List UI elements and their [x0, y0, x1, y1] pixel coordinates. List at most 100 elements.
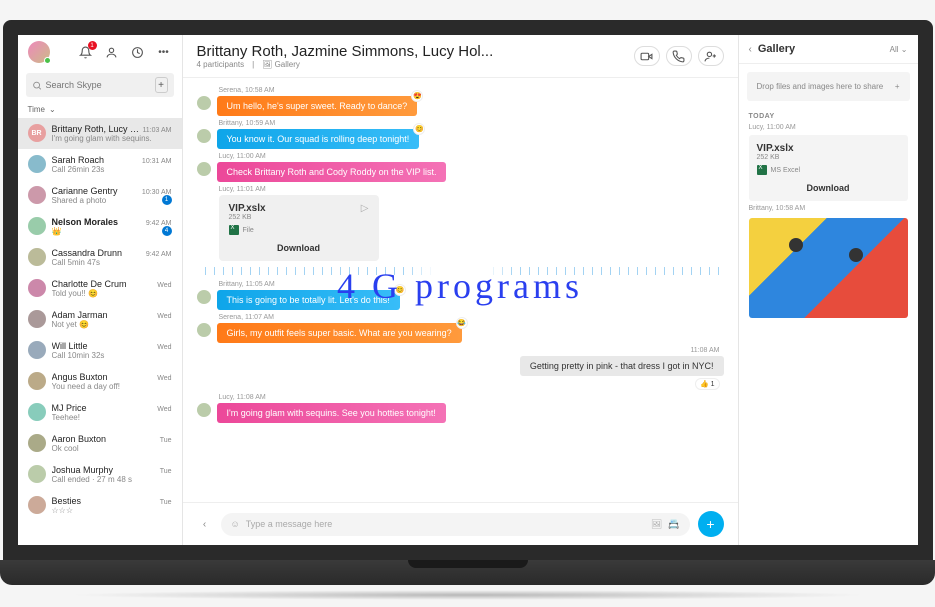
messages-area: Serena, 10:58 AMUm hello, he's super swe…	[183, 78, 738, 502]
add-button[interactable]: +	[698, 511, 724, 537]
unread-divider	[197, 267, 724, 275]
composer-placeholder[interactable]: Type a message here	[246, 519, 645, 529]
gallery-section-today: TODAY	[739, 109, 918, 124]
avatar	[197, 403, 211, 417]
bell-icon[interactable]: 1	[78, 44, 94, 60]
audio-call-button[interactable]	[666, 46, 692, 66]
chat-list-item[interactable]: Angus BuxtonWedYou need a day off!	[18, 366, 182, 397]
search-container: +	[26, 73, 174, 97]
message-meta: Brittany, 11:05 AM	[219, 281, 724, 288]
avatar	[197, 162, 211, 176]
gallery-link[interactable]: 🖼 Gallery	[262, 60, 300, 69]
gallery-image[interactable]	[749, 218, 908, 318]
contact-card-icon[interactable]: 📇	[668, 519, 679, 530]
chat-preview: Ok cool	[52, 444, 172, 453]
avatar	[28, 465, 46, 483]
reaction-count[interactable]: 👍 1	[695, 378, 720, 390]
new-chat-button[interactable]: +	[155, 77, 168, 93]
download-button[interactable]: Download	[229, 243, 369, 253]
gallery-img-meta: Brittany, 10:58 AM	[739, 205, 918, 212]
gallery-file-name: VIP.xslx	[757, 143, 900, 154]
call-history-icon[interactable]	[130, 44, 146, 60]
chat-name: Charlotte De Crum	[52, 279, 127, 289]
gallery-filter[interactable]: All ⌄	[890, 45, 908, 54]
chat-list-item[interactable]: Cassandra Drunn9:42 AMCall 5min 47s	[18, 242, 182, 273]
file-size: 252 KB	[229, 214, 266, 221]
avatar	[28, 434, 46, 452]
unread-badge: 4	[162, 226, 172, 236]
avatar	[28, 155, 46, 173]
chat-name: MJ Price	[52, 403, 87, 413]
chat-list-item[interactable]: BRBrittany Roth, Lucy Hol...11:03 AMI'm …	[18, 118, 182, 149]
emoji-icon[interactable]: ☺	[231, 519, 240, 529]
reaction-icon[interactable]: 😊	[394, 284, 406, 296]
time-filter[interactable]: Time ⌄	[18, 101, 182, 118]
avatar	[197, 290, 211, 304]
message-meta: Lucy, 11:08 AM	[219, 394, 724, 401]
message-bubble[interactable]: Girls, my outfit feels super basic. What…	[217, 323, 462, 343]
app-window: 1 ••• + Time ⌄ BRBrittany Roth, Lucy Hol…	[18, 35, 918, 545]
participants-count[interactable]: 4 participants	[197, 60, 245, 69]
reaction-icon[interactable]: 😂	[456, 317, 468, 329]
excel-icon	[757, 165, 767, 175]
more-icon[interactable]: •••	[156, 44, 172, 60]
chat-list-item[interactable]: Joshua MurphyTueCall ended · 27 m 48 s	[18, 459, 182, 490]
reaction-icon[interactable]: 😊	[413, 123, 425, 135]
chat-preview: You need a day off!	[52, 382, 172, 391]
message-row: Check Brittany Roth and Cody Roddy on th…	[197, 162, 724, 182]
chat-name: Sarah Roach	[52, 155, 105, 165]
chat-time: Wed	[157, 344, 171, 351]
message-bubble[interactable]: Check Brittany Roth and Cody Roddy on th…	[217, 162, 447, 182]
message-meta: 11:08 AM	[219, 347, 720, 354]
chat-list: BRBrittany Roth, Lucy Hol...11:03 AMI'm …	[18, 118, 182, 545]
forward-icon[interactable]: ▷	[361, 203, 369, 221]
chat-list-item[interactable]: Adam JarmanWedNot yet 😊	[18, 304, 182, 335]
gallery-dropzone[interactable]: Drop files and images here to share +	[747, 72, 910, 101]
chat-name: Adam Jarman	[52, 310, 108, 320]
avatar	[28, 403, 46, 421]
chat-list-item[interactable]: Nelson Morales9:42 AM👑4	[18, 211, 182, 242]
chat-list-item[interactable]: Carianne Gentry10:30 AMShared a photo1	[18, 180, 182, 211]
chat-name: Besties	[52, 496, 82, 506]
chat-list-item[interactable]: BestiesTue☆☆☆	[18, 490, 182, 521]
search-input[interactable]	[46, 80, 151, 90]
gallery-back-icon[interactable]: ‹	[749, 44, 752, 55]
avatar	[28, 310, 46, 328]
chat-time: Wed	[157, 282, 171, 289]
chat-list-item[interactable]: Charlotte De CrumWedTold you!! 😊	[18, 273, 182, 304]
chevron-down-icon: ⌄	[49, 105, 56, 114]
message-bubble[interactable]: This is going to be totally lit. Let's d…	[217, 290, 400, 310]
message-meta: Lucy, 11:01 AM	[219, 186, 724, 193]
chat-list-item[interactable]: MJ PriceWedTeehee!	[18, 397, 182, 428]
avatar	[28, 186, 46, 204]
message-bubble[interactable]: Um hello, he's super sweet. Ready to dan…	[217, 96, 418, 116]
chat-time: 9:42 AM	[146, 251, 172, 258]
chat-time: Wed	[157, 406, 171, 413]
message-row: Um hello, he's super sweet. Ready to dan…	[197, 96, 724, 116]
gallery-file-card[interactable]: VIP.xslx 252 KB MS Excel Download	[749, 135, 908, 201]
chat-list-item[interactable]: Sarah Roach10:31 AMCall 26min 23s	[18, 149, 182, 180]
chat-list-item[interactable]: Aaron BuxtonTueOk cool	[18, 428, 182, 459]
reaction-icon[interactable]: 😍	[411, 90, 423, 102]
chat-preview: Call ended · 27 m 48 s	[52, 475, 172, 484]
gallery-file-size: 252 KB	[757, 154, 900, 161]
contacts-icon[interactable]	[104, 44, 120, 60]
back-icon[interactable]: ‹	[197, 516, 213, 532]
message-bubble[interactable]: Getting pretty in pink - that dress I go…	[520, 356, 724, 376]
video-call-button[interactable]	[634, 46, 660, 66]
self-avatar[interactable]	[28, 41, 50, 63]
chat-preview: Call 5min 47s	[52, 258, 172, 267]
chat-name: Nelson Morales	[52, 217, 119, 227]
avatar	[28, 496, 46, 514]
chat-time: Tue	[160, 499, 172, 506]
message-row: You know it. Our squad is rolling deep t…	[197, 129, 724, 149]
image-icon[interactable]: 🖼	[651, 519, 662, 530]
file-attachment[interactable]: VIP.xslx252 KB▷FileDownload	[219, 195, 379, 261]
message-bubble[interactable]: You know it. Our squad is rolling deep t…	[217, 129, 420, 149]
chat-preview: I'm going glam with sequins.	[52, 134, 172, 143]
add-participant-button[interactable]	[698, 46, 724, 66]
chat-title[interactable]: Brittany Roth, Jazmine Simmons, Lucy Hol…	[197, 43, 494, 60]
message-bubble[interactable]: I'm going glam with sequins. See you hot…	[217, 403, 446, 423]
gallery-download-button[interactable]: Download	[757, 183, 900, 193]
chat-list-item[interactable]: Will LittleWedCall 10min 32s	[18, 335, 182, 366]
